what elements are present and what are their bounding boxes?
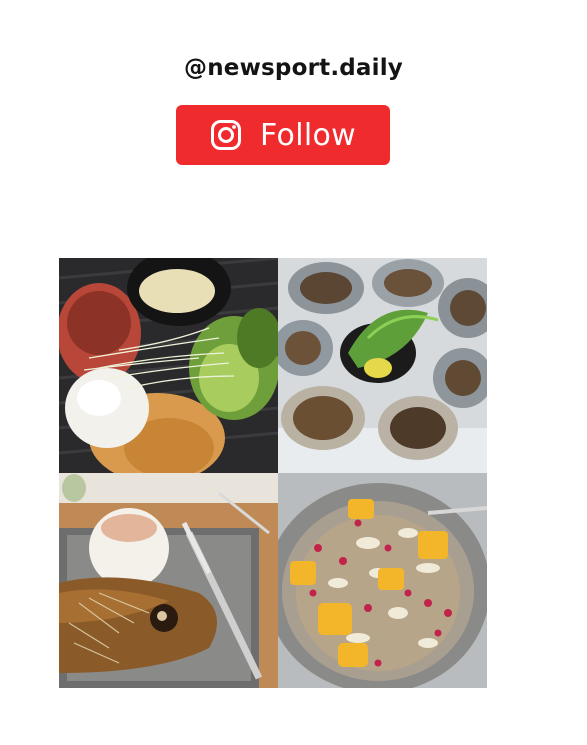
gallery-photo-2[interactable] — [278, 258, 487, 473]
gallery-photo-1[interactable] — [59, 258, 278, 473]
follow-button-label: Follow — [260, 117, 356, 153]
profile-handle: @newsport.daily — [184, 55, 403, 81]
gallery-photo-4[interactable] — [278, 473, 487, 688]
instagram-icon — [211, 120, 242, 150]
photo-grid — [59, 258, 487, 688]
gallery-photo-3[interactable] — [59, 473, 278, 688]
follow-button[interactable]: Follow — [176, 105, 390, 165]
